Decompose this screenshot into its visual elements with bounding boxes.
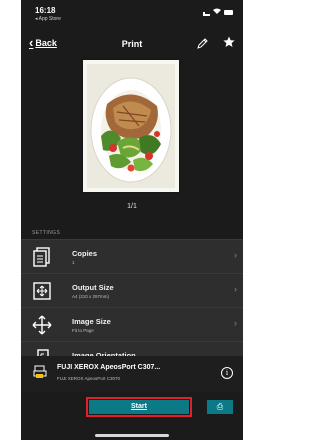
- back-label: Back: [35, 38, 57, 48]
- setting-label: Image Size: [72, 317, 111, 326]
- star-icon[interactable]: [223, 36, 235, 51]
- printer-model: FUJI XEROX ApeosPort C3070: [57, 376, 121, 381]
- setting-output-size[interactable]: Output Size A4 (210 x 297mm) ›: [21, 273, 243, 308]
- app-screen: 16:18 ◂ App Store ‹ Back Print 1/1 SETTI…: [21, 0, 243, 440]
- settings-header: SETTINGS: [32, 230, 61, 236]
- print-preview[interactable]: [83, 60, 179, 192]
- status-icons: [203, 8, 233, 16]
- wifi-icon: [213, 8, 221, 16]
- info-icon[interactable]: i: [221, 367, 233, 379]
- touch-scan-icon: ⎙: [216, 402, 224, 411]
- scan-button[interactable]: ⎙: [207, 400, 233, 414]
- food-photo: [87, 64, 175, 188]
- setting-value: Fit to Page: [72, 328, 94, 333]
- back-to-app-link[interactable]: ◂ App Store: [35, 16, 61, 22]
- pencil-icon[interactable]: [197, 38, 208, 52]
- setting-copies[interactable]: Copies 1 ›: [21, 239, 243, 274]
- home-indicator: [95, 434, 169, 437]
- chevron-left-icon: ‹: [29, 35, 34, 50]
- status-time: 16:18: [35, 6, 56, 15]
- setting-value: 1: [72, 260, 75, 265]
- chevron-right-icon: ›: [234, 318, 237, 328]
- nav-bar: ‹ Back Print: [21, 30, 243, 56]
- signal-icon: [203, 9, 210, 16]
- setting-label: Copies: [72, 249, 98, 258]
- start-button[interactable]: Start: [89, 400, 189, 414]
- setting-label: Output Size: [72, 283, 114, 292]
- printer-name: FUJI XEROX ApeosPort C307...: [57, 364, 161, 371]
- printer-selector[interactable]: FUJI XEROX ApeosPort C307... FUJI XEROX …: [21, 356, 243, 392]
- page-indicator: 1/1: [127, 203, 137, 210]
- battery-icon: [224, 9, 233, 15]
- back-button[interactable]: ‹ Back: [29, 35, 57, 50]
- chevron-right-icon: ›: [234, 250, 237, 260]
- copies-icon: [31, 246, 53, 268]
- chevron-right-icon: ›: [234, 284, 237, 294]
- image-size-icon: [31, 314, 53, 336]
- status-bar: 16:18 ◂ App Store: [21, 0, 243, 28]
- setting-value: A4 (210 x 297mm): [72, 294, 110, 299]
- output-size-icon: [31, 280, 53, 302]
- setting-image-size[interactable]: Image Size Fit to Page ›: [21, 307, 243, 342]
- printer-icon: [33, 365, 47, 379]
